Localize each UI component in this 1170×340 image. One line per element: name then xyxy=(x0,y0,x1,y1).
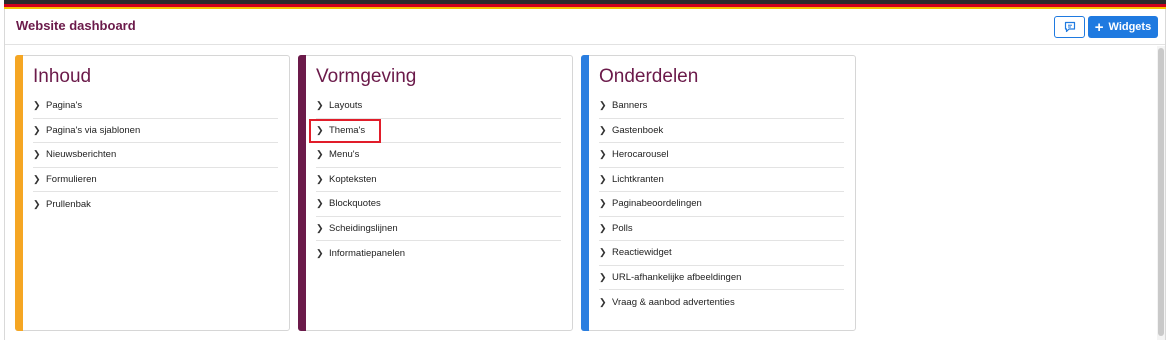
page-title: Website dashboard xyxy=(16,18,136,33)
list-item-label: Kopteksten xyxy=(329,173,377,185)
feedback-button[interactable] xyxy=(1054,16,1085,38)
list-item-label: Blockquotes xyxy=(329,198,381,210)
list-item-vraag-aanbod-advertenties[interactable]: ❯ Vraag & aanbod advertenties xyxy=(599,290,844,315)
list-item-scheidingslijnen[interactable]: ❯ Scheidingslijnen xyxy=(316,217,561,241)
chevron-right-icon: ❯ xyxy=(316,198,324,209)
list-item-reactiewidget[interactable]: ❯ Reactiewidget xyxy=(599,241,844,266)
list-item-label: Paginabeoordelingen xyxy=(612,198,702,210)
chevron-right-icon: ❯ xyxy=(599,222,607,233)
card-accent-bar xyxy=(298,55,306,331)
dashboard-header: Website dashboard + Widgets xyxy=(5,9,1165,45)
list-item-label: Menu's xyxy=(329,149,360,161)
highlight-box xyxy=(309,119,381,143)
list-item-banners[interactable]: ❯ Banners xyxy=(599,94,844,119)
widgets-button-label: Widgets xyxy=(1108,21,1152,33)
chevron-right-icon: ❯ xyxy=(316,222,324,233)
chevron-right-icon: ❯ xyxy=(316,247,324,258)
list-item-polls[interactable]: ❯ Polls xyxy=(599,217,844,241)
card-accent-bar xyxy=(15,55,23,331)
list-item-label: Nieuwsberichten xyxy=(46,149,117,161)
chevron-right-icon: ❯ xyxy=(599,149,607,160)
chevron-right-icon: ❯ xyxy=(599,124,607,135)
list-item-label: Formulieren xyxy=(46,173,97,185)
list-item-label: Pagina's xyxy=(46,100,83,112)
chevron-right-icon: ❯ xyxy=(316,149,324,160)
card-inhoud: Inhoud ❯ Pagina's ❯ Pagina's via sjablonen… xyxy=(15,55,290,331)
scrollbar-thumb[interactable] xyxy=(1158,48,1164,336)
list-item-formulieren[interactable]: ❯ Formulieren xyxy=(33,168,278,192)
card-link-list: ❯ Pagina's ❯ Pagina's via sjablonen ❯ Nieuw… xyxy=(33,94,278,217)
list-item-label: Prullenbak xyxy=(46,198,91,210)
chevron-right-icon: ❯ xyxy=(33,149,41,160)
card-onderdelen: Onderdelen ❯ Banners ❯ Gastenboek ❯ Herocar… xyxy=(581,55,856,331)
list-item-menus[interactable]: ❯ Menu's xyxy=(316,143,561,168)
list-item-label: Banners xyxy=(612,100,648,112)
list-item-label: URL-afhankelijke afbeeldingen xyxy=(612,271,742,283)
chevron-right-icon: ❯ xyxy=(599,173,607,184)
chevron-right-icon: ❯ xyxy=(316,173,324,184)
chevron-right-icon: ❯ xyxy=(33,124,41,135)
chevron-right-icon: ❯ xyxy=(33,198,41,209)
list-item-paginas-via-sjablonen[interactable]: ❯ Pagina's via sjablonen xyxy=(33,119,278,143)
list-item-layouts[interactable]: ❯ Layouts xyxy=(316,94,561,119)
list-item-label: Informatiepanelen xyxy=(329,247,406,259)
chevron-right-icon: ❯ xyxy=(599,100,607,111)
card-title: Onderdelen xyxy=(599,66,699,87)
chevron-right-icon: ❯ xyxy=(316,100,324,111)
list-item-informatiepanelen[interactable]: ❯ Informatiepanelen xyxy=(316,241,561,266)
list-item-gastenboek[interactable]: ❯ Gastenboek xyxy=(599,119,844,143)
card-vormgeving: Vormgeving ❯ Layouts ❯ Thema's ❯ Menu's ❯ Ko… xyxy=(298,55,573,331)
card-accent-bar xyxy=(581,55,589,331)
list-item-label: Vraag & aanbod advertenties xyxy=(612,296,735,308)
chevron-right-icon: ❯ xyxy=(33,173,41,184)
list-item-nieuwsberichten[interactable]: ❯ Nieuwsberichten xyxy=(33,143,278,168)
list-item-label: Reactiewidget xyxy=(612,247,672,259)
card-link-list: ❯ Banners ❯ Gastenboek ❯ Herocarousel ❯ Lich… xyxy=(599,94,844,315)
chevron-right-icon: ❯ xyxy=(599,271,607,282)
list-item-label: Pagina's via sjablonen xyxy=(46,124,141,136)
list-item-label: Lichtkranten xyxy=(612,173,664,185)
list-item-label: Polls xyxy=(612,222,633,234)
list-item-url-afhankelijke-afbeeldingen[interactable]: ❯ URL-afhankelijke afbeeldingen xyxy=(599,266,844,290)
comment-icon xyxy=(1064,21,1075,33)
card-title: Inhoud xyxy=(33,66,92,87)
list-item-herocarousel[interactable]: ❯ Herocarousel xyxy=(599,143,844,168)
list-item-label: Herocarousel xyxy=(612,149,669,161)
list-item-blockquotes[interactable]: ❯ Blockquotes xyxy=(316,192,561,217)
list-item-prullenbak[interactable]: ❯ Prullenbak xyxy=(33,192,278,217)
card-title: Vormgeving xyxy=(316,66,417,87)
list-item-paginas[interactable]: ❯ Pagina's xyxy=(33,94,278,119)
list-item-label: Layouts xyxy=(329,100,363,112)
add-widgets-button[interactable]: + Widgets xyxy=(1088,16,1158,38)
list-item-lichtkranten[interactable]: ❯ Lichtkranten xyxy=(599,168,844,192)
list-item-label: Gastenboek xyxy=(612,124,664,136)
chevron-right-icon: ❯ xyxy=(599,296,607,307)
plus-icon: + xyxy=(1094,18,1104,36)
chevron-right-icon: ❯ xyxy=(599,247,607,258)
chevron-right-icon: ❯ xyxy=(33,100,41,111)
list-item-kopteksten[interactable]: ❯ Kopteksten xyxy=(316,168,561,192)
list-item-label: Scheidingslijnen xyxy=(329,222,398,234)
chevron-right-icon: ❯ xyxy=(599,198,607,209)
list-item-paginabeoordelingen[interactable]: ❯ Paginabeoordelingen xyxy=(599,192,844,217)
